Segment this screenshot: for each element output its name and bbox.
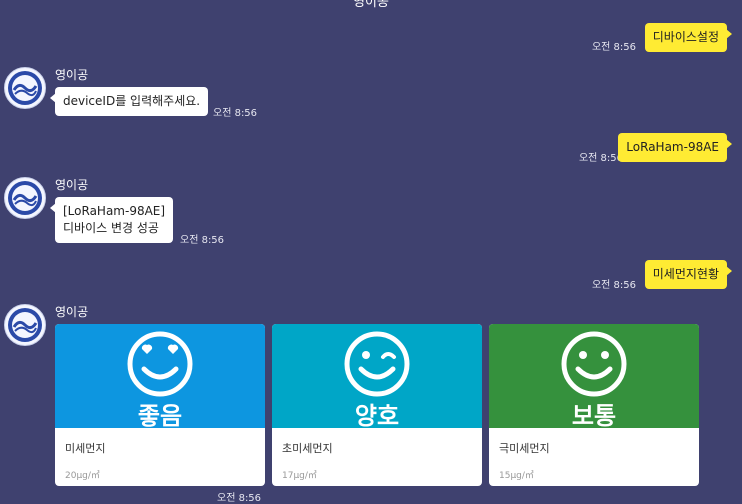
message-line: [LoRaHam-98AE] xyxy=(63,204,166,218)
card-banner: 좋음 xyxy=(55,324,265,430)
pollutant-value: 15μg/㎥ xyxy=(499,471,534,481)
card-banner: 양호 xyxy=(272,324,482,430)
air-quality-status: 좋음 xyxy=(137,402,183,430)
smiling-face-icon xyxy=(561,331,627,397)
avatar[interactable] xyxy=(4,67,46,109)
air-quality-status: 보통 xyxy=(571,402,617,430)
card-banner: 보통 xyxy=(489,324,699,430)
air-quality-card[interactable]: 보통 극미세먼지 15μg/㎥ xyxy=(489,324,699,486)
message-time: 오전 8:56 xyxy=(578,153,623,164)
message-time: 오전 8:56 xyxy=(591,42,636,53)
air-quality-status: 양호 xyxy=(354,402,400,430)
pollutant-label: 초미세먼지 xyxy=(282,442,333,455)
message-time: 오전 8:56 xyxy=(217,493,262,504)
pollutant-value: 20μg/㎥ xyxy=(65,471,100,481)
heart-eyes-face-icon xyxy=(127,331,193,397)
sender-name: 영이공 xyxy=(55,68,89,82)
air-quality-card[interactable]: 양호 초미세먼지 17μg/㎥ xyxy=(272,324,482,486)
winking-face-icon xyxy=(344,331,410,397)
emblem-icon xyxy=(8,308,42,342)
sender-name: 영이공 xyxy=(55,305,89,319)
sender-name: 영이공 xyxy=(55,178,89,192)
my-message-bubble[interactable]: 미세먼지현황 xyxy=(644,260,733,289)
avatar[interactable] xyxy=(4,177,46,219)
emblem-icon xyxy=(8,181,42,215)
avatar[interactable] xyxy=(4,304,46,346)
message-time: 오전 8:56 xyxy=(180,235,225,246)
air-quality-card[interactable]: 좋음 미세먼지 20μg/㎥ xyxy=(55,324,265,486)
message-time: 오전 8:56 xyxy=(213,108,258,119)
my-message-bubble[interactable]: LoRaHam-98AE xyxy=(618,133,732,162)
bot-message-bubble[interactable]: deviceID를 입력해주세요. xyxy=(49,87,209,116)
pollutant-value: 17μg/㎥ xyxy=(282,471,317,481)
chat-header-title: 영이공 xyxy=(353,0,389,10)
pollutant-label: 극미세먼지 xyxy=(499,442,550,455)
my-message-bubble[interactable]: 디바이스설정 xyxy=(644,23,733,52)
emblem-icon xyxy=(8,71,42,105)
bot-message-bubble[interactable]: [LoRaHam-98AE] 디바이스 변경 성공 xyxy=(49,197,174,243)
pollutant-label: 미세먼지 xyxy=(65,442,106,455)
message-time: 오전 8:56 xyxy=(591,280,636,291)
message-line: 디바이스 변경 성공 xyxy=(63,221,159,235)
